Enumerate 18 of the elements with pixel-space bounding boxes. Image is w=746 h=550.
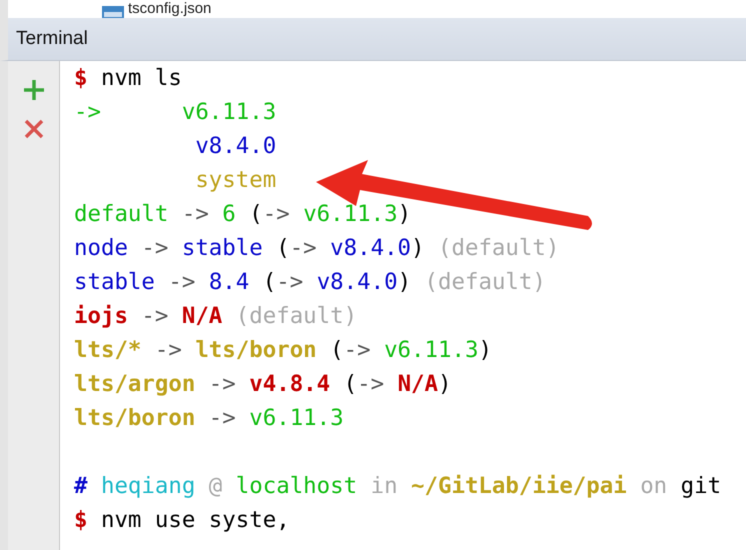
close-icon [24, 119, 44, 139]
file-name[interactable]: tsconfig.json [128, 0, 212, 18]
terminal-line: iojs -> N/A (default) [74, 303, 358, 329]
terminal-line: $ nvm use syste, [74, 507, 290, 533]
terminal-line: node -> stable (-> v8.4.0) (default) [74, 235, 560, 261]
terminal-line: -> v6.11.3 [74, 99, 276, 125]
terminal-line: lts/boron -> v6.11.3 [74, 405, 344, 431]
terminal-line: $ nvm ls [74, 65, 182, 91]
terminal-line: system [194, 167, 276, 193]
plus-icon [22, 79, 44, 101]
terminal-line: stable -> 8.4 (-> v8.4.0) (default) [74, 269, 546, 295]
terminal-line: default -> 6 (-> v6.11.3) [74, 201, 412, 227]
terminal-line: lts/* -> lts/boron (-> v6.11.3) [74, 337, 492, 363]
terminal-line: v8.4.0 [194, 133, 276, 159]
json-file-icon [102, 6, 124, 18]
terminal-line: # heqiang @ localhost in ~/GitLab/iie/pai on git [74, 473, 722, 499]
terminal-line: lts/argon -> v4.8.4 (-> N/A) [74, 371, 452, 397]
panel-title: Terminal [16, 28, 88, 50]
